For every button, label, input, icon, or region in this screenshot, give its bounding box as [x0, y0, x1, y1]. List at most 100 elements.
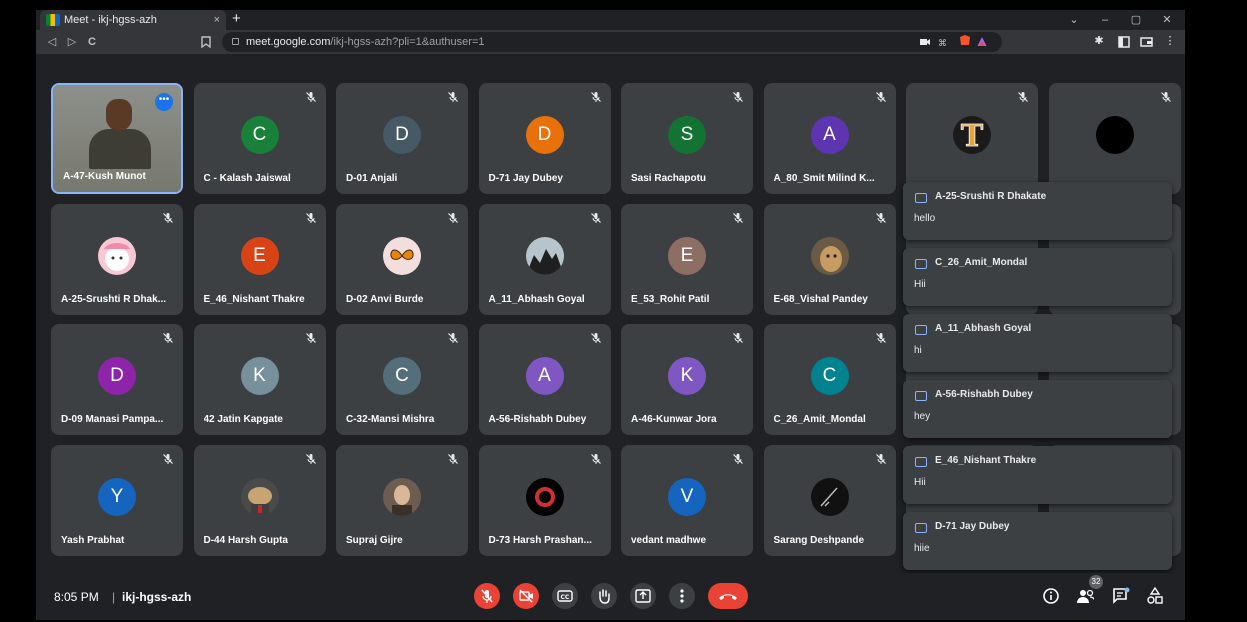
camera-icon[interactable]: [920, 37, 930, 47]
participant-tile[interactable]: D-73 Harsh Prashan...: [478, 444, 611, 556]
more-options-icon[interactable]: •••: [155, 93, 173, 111]
tab-close-icon[interactable]: ×: [214, 10, 220, 30]
chat-bubble-icon: [915, 391, 927, 401]
participant-tile[interactable]: S Sasi Rachapotu: [621, 83, 753, 194]
chat-bubble-icon: [915, 259, 927, 269]
participant-name: C_26_Amit_Mondal: [773, 414, 866, 425]
participant-tile[interactable]: K A-46-Kunwar Jora: [621, 324, 753, 435]
rewards-triangle-icon[interactable]: [976, 36, 988, 46]
muted-mic-icon: [163, 453, 173, 464]
meeting-time: 8:05 PM: [54, 590, 99, 604]
avatar-initial: C: [383, 357, 421, 395]
chat-notification[interactable]: A_11_Abhash Goyal hi: [903, 314, 1172, 372]
participant-name: A-25-Srushti R Dhak...: [61, 293, 167, 305]
participant-name: D-44 Harsh Gupta: [203, 534, 288, 546]
address-bar[interactable]: meet.google.com/ikj-hgss-azh?pli=1&authu…: [222, 32, 1002, 52]
chat-message: hello: [914, 213, 936, 224]
participant-name: E-68_Vishal Pandey: [773, 293, 868, 305]
participant-tile[interactable]: D-44 Harsh Gupta: [193, 444, 326, 556]
video-person-body: [89, 129, 151, 169]
participant-tile[interactable]: A_11_Abhash Goyal: [478, 203, 611, 315]
participant-tile[interactable]: A A-56-Rishabh Dubey: [478, 324, 611, 435]
avatar-initial: K: [668, 357, 706, 395]
participant-tile[interactable]: T: [906, 83, 1038, 194]
avatar-initial: Y: [98, 477, 136, 516]
tab-meet[interactable]: Meet - ikj-hgss-azh ×: [40, 10, 226, 30]
svg-text:T: T: [961, 119, 984, 154]
back-button[interactable]: ◁: [42, 32, 62, 52]
captions-button[interactable]: CC: [552, 583, 578, 609]
maximize-button[interactable]: ▢: [1123, 10, 1149, 30]
participant-tile[interactable]: C C-32-Mansi Mishra: [336, 324, 468, 435]
translate-icon[interactable]: ⌘: [938, 37, 950, 47]
muted-mic-icon: [733, 212, 743, 223]
participant-tile[interactable]: E E_46_Nishant Thakre: [193, 203, 326, 315]
chat-notification[interactable]: D-71 Jay Dubey hiie: [903, 512, 1172, 570]
participant-tile[interactable]: D D-71 Jay Dubey: [478, 83, 611, 194]
minimize-button[interactable]: –: [1092, 10, 1118, 30]
mic-toggle-button[interactable]: [474, 583, 500, 609]
extensions-icon[interactable]: ✱: [1092, 34, 1106, 48]
participant-tile[interactable]: E E_53_Rohit Patil: [621, 203, 753, 315]
leave-call-button[interactable]: [708, 583, 748, 609]
chat-bubble-icon: [915, 457, 927, 467]
participant-tile[interactable]: Supraj Gijre: [336, 444, 468, 556]
camera-toggle-button[interactable]: [513, 583, 539, 609]
more-options-button[interactable]: [669, 583, 695, 609]
new-tab-button[interactable]: +: [232, 10, 241, 28]
avatar-photo: [810, 477, 849, 516]
muted-mic-icon: [875, 333, 886, 343]
avatar-initial: C: [240, 116, 279, 154]
menu-icon[interactable]: ⋮: [1163, 34, 1177, 48]
close-window-button[interactable]: ✕: [1154, 10, 1180, 30]
raise-hand-button[interactable]: [591, 583, 617, 609]
participant-name: Sasi Rachapotu: [631, 173, 707, 184]
meeting-details-icon[interactable]: [1042, 587, 1060, 605]
url-host: meet.google.com: [246, 36, 331, 48]
participant-tile[interactable]: K 42 Jatin Kapgate: [193, 324, 326, 435]
avatar-initial: S: [668, 116, 706, 154]
chat-notification[interactable]: A-56-Rishabh Dubey hey: [903, 380, 1172, 438]
avatar-photo: T: [953, 116, 991, 154]
chat-notification[interactable]: E_46_Nishant Thakre Hii: [903, 446, 1172, 504]
self-video-tile[interactable]: ••• A-47-Kush Munot: [51, 83, 183, 194]
participant-tile[interactable]: A-25-Srushti R Dhak...: [51, 203, 183, 315]
forward-button[interactable]: ▷: [62, 32, 82, 52]
participant-tile[interactable]: C C - Kalash Jaiswal: [193, 83, 326, 194]
muted-mic-icon: [448, 453, 458, 464]
mic-off-icon: [481, 589, 493, 603]
tab-search-icon[interactable]: ⌄: [1061, 10, 1087, 30]
participant-tile[interactable]: A A_80_Smit Milind K...: [763, 83, 896, 194]
people-icon: [1077, 589, 1094, 603]
participant-tile[interactable]: Vvedant madhwe: [621, 444, 753, 556]
chat-notification[interactable]: C_26_Amit_Mondal Hii: [903, 248, 1172, 306]
participant-name: A_11_Abhash Goyal: [488, 293, 585, 305]
chat-bubble-icon: [915, 325, 927, 335]
activities-icon[interactable]: [1146, 587, 1164, 605]
meet-favicon-icon: [46, 14, 60, 26]
participant-tile[interactable]: C C_26_Amit_Mondal: [763, 324, 896, 435]
wallet-icon[interactable]: [1140, 36, 1153, 48]
chat-bubble-icon: [915, 523, 927, 533]
present-button[interactable]: [630, 583, 656, 609]
avatar-initial: E: [668, 236, 706, 275]
avatar-initial: V: [668, 477, 706, 516]
sidebar-icon[interactable]: [1118, 36, 1130, 48]
avatar-photo: [525, 236, 564, 275]
participant-name: Yash Prabhat: [61, 534, 125, 546]
participant-tile[interactable]: D-02 Anvi Burde: [336, 203, 468, 315]
reload-button[interactable]: C: [82, 32, 102, 52]
chat-icon[interactable]: [1112, 587, 1130, 605]
participant-tile[interactable]: D D-01 Anjali: [336, 83, 468, 194]
participant-tile[interactable]: Sarang Deshpande: [763, 444, 896, 556]
participant-tile[interactable]: Y Yash Prabhat: [51, 444, 183, 556]
lock-icon: [232, 38, 239, 45]
participant-tile[interactable]: D D-09 Manasi Pampa...: [51, 324, 183, 435]
brave-shield-icon[interactable]: [959, 35, 971, 45]
participant-name: E_46_Nishant Thakre: [203, 293, 305, 305]
participant-tile[interactable]: E-68_Vishal Pandey: [763, 203, 896, 315]
bookmark-icon[interactable]: [201, 36, 211, 48]
participant-tile[interactable]: [1048, 83, 1181, 194]
chat-notification[interactable]: A-25-Srushti R Dhakate hello: [903, 182, 1172, 240]
avatar-initial: A: [525, 357, 564, 395]
